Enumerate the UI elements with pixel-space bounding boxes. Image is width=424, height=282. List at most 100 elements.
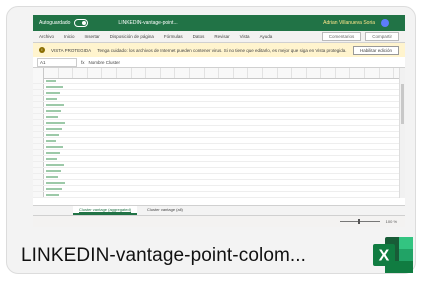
sheet-tab: Cluster vantage (all) [147,207,183,212]
file-card[interactable]: Autoguardado LINKEDIN-vantage-point... A… [6,6,416,274]
column-header-cell [190,68,205,78]
cell [44,156,68,161]
menu-item: Vista [239,34,250,39]
name-box: A1 [37,57,77,67]
shield-icon: i [39,47,45,53]
row-number [33,180,44,185]
share-button: Compartir [365,32,399,41]
column-header-cell [365,68,380,78]
menu-item: Revisar [214,34,230,39]
row-number [33,162,44,167]
row-number [33,138,44,143]
menu-item: Disposición de página [109,34,154,39]
cell [44,168,68,173]
svg-text:X: X [379,248,390,265]
row-number [33,132,44,137]
column-header-cell [263,68,278,78]
formula-value: Nombre Cluster [88,59,121,65]
cell [44,192,68,197]
cell [44,144,68,149]
cell [44,108,68,113]
menu-item: Fórmulas [163,34,183,39]
excel-title-bar: Autoguardado LINKEDIN-vantage-point... A… [33,15,405,31]
menu-item: Archivo [39,34,55,39]
column-header-cell [73,68,88,78]
cell [44,162,68,167]
row-number [33,108,44,113]
column-header-cell [307,68,322,78]
row-number [33,186,44,191]
zoom-level: 100 % [385,219,397,224]
protected-view-bar: i VISTA PROTEGIDA Tenga cuidado: los arc… [33,43,405,57]
row-number [33,168,44,173]
protected-view-label: VISTA PROTEGIDA [51,47,92,53]
document-title: LINKEDIN-vantage-point... [118,20,178,26]
cell [44,126,68,131]
zoom-slider [339,219,380,224]
autosave-label: Autoguardado [39,20,71,26]
column-header-cell [292,68,307,78]
cell [44,150,68,155]
worksheet-grid [33,68,405,198]
row-number [33,150,44,155]
cell [44,174,68,179]
column-header-cell [132,68,147,78]
column-header-cell [219,68,234,78]
status-bar: 100 % [33,215,405,227]
menu-item: Insertar [84,34,100,39]
select-all-corner [33,68,44,78]
cell [44,84,68,89]
column-header-cell [175,68,190,78]
column-header-cell [44,68,59,78]
cell [44,78,68,83]
column-header-cell [380,68,395,78]
row-number [33,96,44,101]
row-number [33,156,44,161]
enable-editing-button: Habilitar edición [352,45,399,55]
cell [44,186,68,191]
ribbon-menu: Archivo Inicio Insertar Disposición de p… [33,31,405,43]
autosave-toggle [74,19,89,27]
vertical-scrollbar [399,68,405,198]
row-number [33,78,44,83]
cell [44,90,68,95]
column-header-cell [161,68,176,78]
column-header-cell [234,68,249,78]
comments-button: Comentarios [321,32,362,41]
file-name: LINKEDIN-vantage-point-colom... [21,245,307,266]
user-name: Adrian Villanueva Soria [323,20,375,26]
row-number [33,120,44,125]
row-number [33,90,44,95]
cell [44,120,68,125]
formula-bar: A1 fx Nombre Cluster [33,57,405,68]
row-number [33,174,44,179]
menu-item: Inicio [64,34,75,39]
cell [44,102,68,107]
column-header-cell [321,68,336,78]
avatar [381,19,389,27]
row-number [33,192,44,197]
column-header-cell [88,68,103,78]
column-header-cell [278,68,293,78]
column-header-cell [336,68,351,78]
row-number [33,114,44,119]
cell [44,180,68,185]
fx-icon: fx [81,59,85,65]
row-number [33,84,44,89]
column-header-cell [205,68,220,78]
cell [44,96,68,101]
column-header-cell [146,68,161,78]
cell [44,138,68,143]
table-row [33,192,405,198]
file-preview-thumbnail: Autoguardado LINKEDIN-vantage-point... A… [33,15,405,227]
column-header-cell [102,68,117,78]
menu-item: Datos [192,34,205,39]
column-header-cell [350,68,366,78]
protected-view-message: Tenga cuidado: los archivos de Internet … [97,47,347,53]
excel-icon: X [373,237,413,273]
menu-item: Ayuda [259,34,273,39]
column-header-cell [59,68,74,78]
row-number [33,144,44,149]
column-header-cell [117,68,132,78]
worksheet-rows [33,78,405,198]
